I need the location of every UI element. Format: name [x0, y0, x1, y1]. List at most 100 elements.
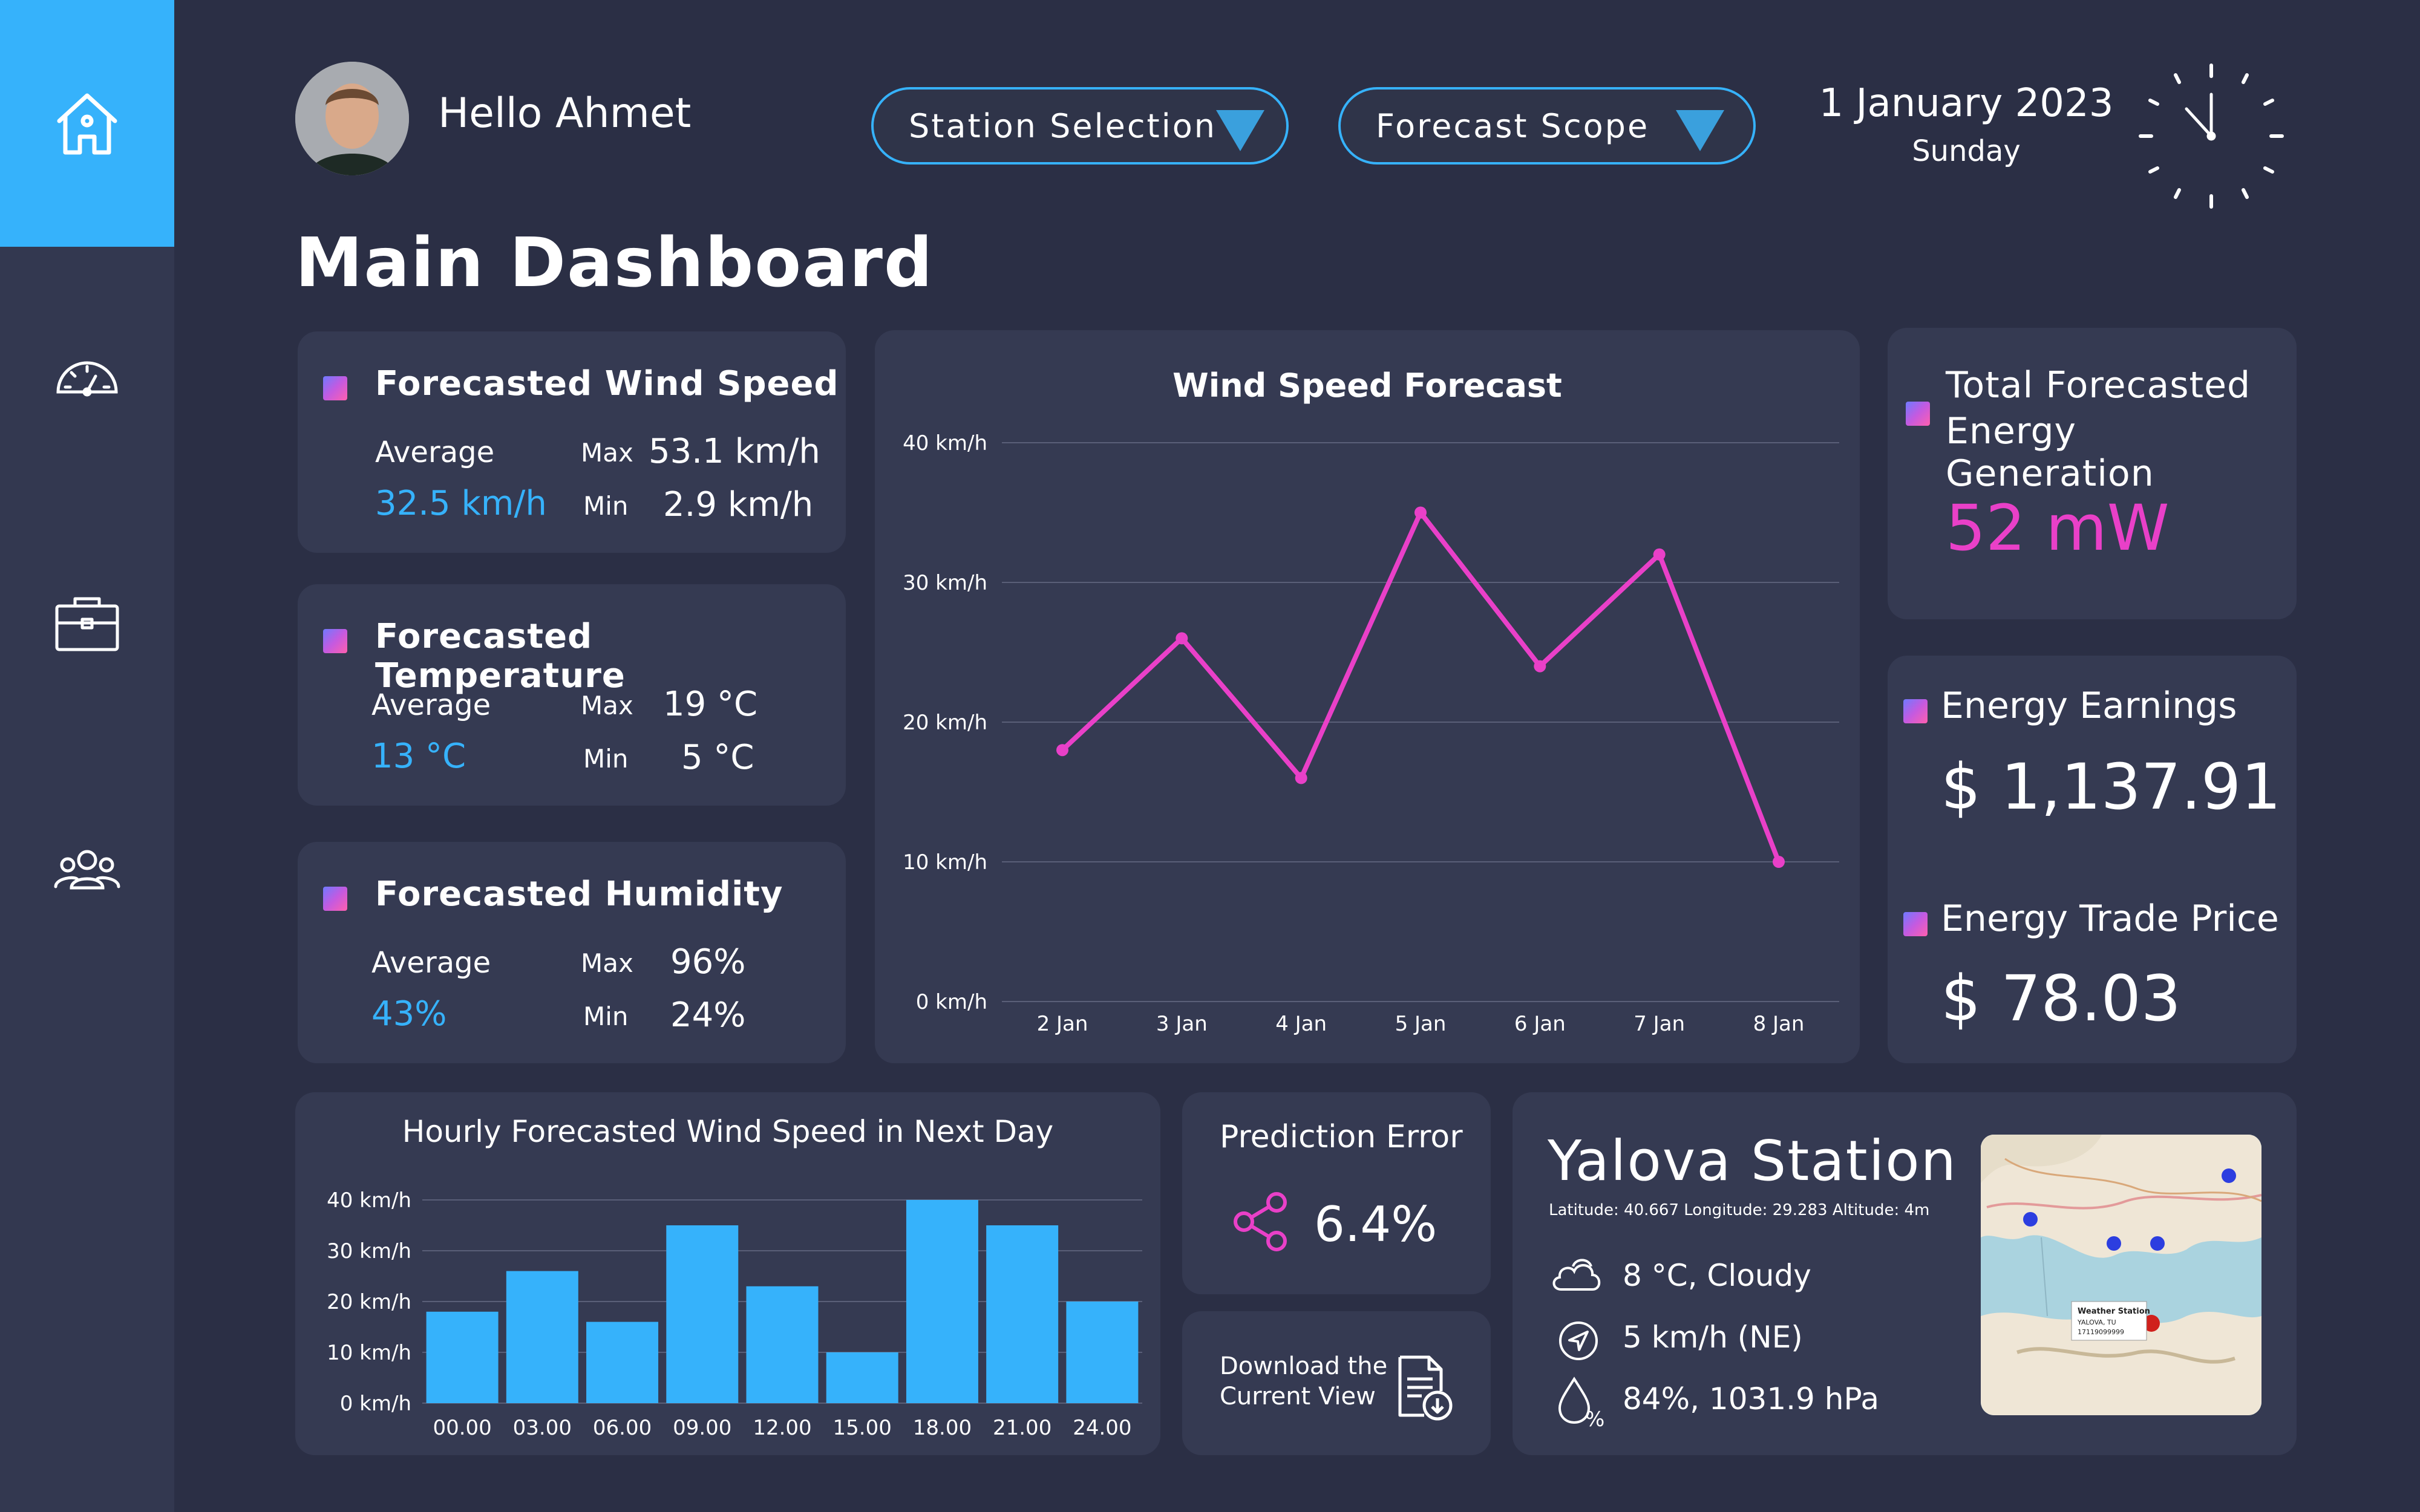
hourly-wind-bar-chart: Hourly Forecasted Wind Speed in Next Day…: [327, 1114, 1142, 1440]
download-label-line2: Current View: [1220, 1383, 1376, 1410]
wind-forecast-line-chart: Wind Speed Forecast 0 km/h 10 km/h 20 km/h 3…: [903, 367, 1839, 1036]
station-wind: 5 km/h (NE): [1623, 1320, 1803, 1355]
bar: [746, 1286, 819, 1403]
x-tick-label: 5 Jan: [1395, 1012, 1447, 1036]
legend-square: [323, 887, 347, 911]
energy-earnings-card: Energy Earnings $ 1,137.91 Energy Trade …: [1888, 656, 2297, 1063]
data-point: [1773, 856, 1785, 868]
wind-min-label: Min: [583, 491, 629, 521]
station-card: Yalova Station Latitude: 40.667 Longitud…: [1512, 1092, 2297, 1455]
humidity-average-value: 43%: [371, 994, 447, 1034]
clock-icon: [2136, 60, 2287, 212]
humidity-average-label: Average: [371, 946, 491, 980]
legend-square: [323, 629, 347, 653]
hourly-wind-chart-card: Hourly Forecasted Wind Speed in Next Day…: [295, 1092, 1160, 1455]
share-icon[interactable]: [1231, 1191, 1291, 1252]
x-tick-label: 18.00: [913, 1416, 972, 1440]
legend-square: [1906, 402, 1930, 426]
y-tick-label: 30 km/h: [903, 571, 987, 595]
total-energy-card: Total Forecasted Energy Generation 52 mW: [1888, 328, 2297, 619]
y-tick-label: 10 km/h: [903, 850, 987, 875]
total-energy-value: 52 mW: [1946, 491, 2170, 565]
data-point: [1176, 632, 1188, 645]
map-popup-line1: YALOVA, TU: [2077, 1318, 2116, 1326]
forecast-scope-dropdown[interactable]: Forecast Scope: [1338, 87, 1756, 165]
sidebar: [0, 0, 174, 1512]
data-point: [1056, 744, 1068, 757]
wind-speed-card: Forecasted Wind Speed Average 32.5 km/h …: [298, 331, 846, 553]
y-tick-label: 30 km/h: [327, 1239, 411, 1263]
x-tick-label: 2 Jan: [1037, 1012, 1088, 1036]
bar: [426, 1311, 499, 1403]
humidity-min-label: Min: [583, 1002, 629, 1031]
speedometer-icon[interactable]: [51, 339, 123, 411]
bar: [586, 1321, 659, 1403]
humidity-max-label: Max: [581, 948, 633, 978]
y-tick-label: 40 km/h: [903, 431, 987, 455]
weekday-text: Sunday: [1912, 134, 2021, 168]
chevron-down-icon: [1216, 110, 1264, 151]
page-title: Main Dashboard: [295, 224, 934, 302]
y-tick-label: 20 km/h: [903, 711, 987, 735]
x-tick-label: 4 Jan: [1275, 1012, 1327, 1036]
chart-title: Wind Speed Forecast: [1172, 367, 1562, 405]
wind-average-label: Average: [375, 435, 495, 469]
briefcase-icon[interactable]: [51, 587, 123, 659]
y-tick-label: 0 km/h: [340, 1392, 411, 1416]
legend-square: [1903, 699, 1928, 723]
humidity-max-value: 96%: [670, 942, 746, 982]
download-card[interactable]: Download the Current View: [1182, 1311, 1491, 1455]
x-tick-label: 7 Jan: [1634, 1012, 1685, 1036]
x-tick-label: 12.00: [753, 1416, 811, 1440]
x-tick-label: 24.00: [1073, 1416, 1131, 1440]
legend-square: [1903, 912, 1928, 936]
station-selection-dropdown[interactable]: Station Selection: [871, 87, 1289, 165]
trade-price-title: Energy Trade Price: [1941, 898, 2279, 940]
x-tick-label: 06.00: [593, 1416, 652, 1440]
total-energy-title-line1: Total Forecasted: [1946, 364, 2251, 406]
prediction-error-value: 6.4%: [1314, 1196, 1437, 1253]
temperature-min-value: 5 °C: [681, 738, 754, 777]
wind-speed-title: Forecasted Wind Speed: [375, 364, 839, 403]
bar: [506, 1271, 578, 1403]
greeting: Hello Ahmet: [438, 90, 692, 137]
station-weather: 8 °C, Cloudy: [1623, 1258, 1811, 1293]
station-map[interactable]: Weather Station YALOVA, TU 17119099999: [1981, 1135, 2261, 1415]
navigation-icon: [1557, 1320, 1600, 1362]
bar: [986, 1225, 1059, 1403]
chevron-down-icon: [1676, 110, 1724, 151]
y-tick-label: 40 km/h: [327, 1188, 411, 1213]
station-name: Yalova Station: [1548, 1129, 1957, 1193]
temperature-average-label: Average: [371, 688, 491, 722]
cloud-icon: [1549, 1253, 1604, 1295]
earnings-value: $ 1,137.91: [1941, 750, 2281, 824]
total-energy-title-line2: Energy Generation: [1946, 410, 2154, 495]
x-tick-label: 03.00: [513, 1416, 572, 1440]
temperature-average-value: 13 °C: [371, 737, 466, 776]
home-icon: [51, 87, 123, 160]
station-selection-label: Station Selection: [909, 106, 1217, 145]
download-file-icon[interactable]: [1395, 1355, 1456, 1421]
x-tick-label: 00.00: [433, 1416, 491, 1440]
users-icon[interactable]: [51, 835, 123, 907]
data-point: [1653, 548, 1666, 561]
chart-title: Hourly Forecasted Wind Speed in Next Day: [402, 1114, 1054, 1149]
data-point: [1534, 660, 1546, 673]
x-tick-label: 8 Jan: [1753, 1012, 1805, 1036]
avatar[interactable]: [295, 62, 409, 175]
bar: [826, 1352, 898, 1403]
bar: [1066, 1302, 1139, 1403]
temperature-max-value: 19 °C: [663, 685, 758, 724]
wind-max-label: Max: [581, 438, 633, 468]
data-point: [1295, 772, 1307, 784]
trade-price-value: $ 78.03: [1941, 962, 2181, 1035]
x-tick-label: 3 Jan: [1156, 1012, 1208, 1036]
station-humidity-pressure: 84%, 1031.9 hPa: [1623, 1381, 1879, 1416]
earnings-title: Energy Earnings: [1941, 685, 2237, 727]
humidity-min-value: 24%: [670, 996, 746, 1035]
date-text: 1 January 2023: [1819, 81, 2114, 126]
nav-item-home[interactable]: [0, 0, 174, 247]
y-tick-label: 0 km/h: [916, 990, 987, 1014]
prediction-error-title: Prediction Error: [1220, 1119, 1463, 1155]
temperature-title: Forecasted Temperature: [375, 617, 626, 696]
